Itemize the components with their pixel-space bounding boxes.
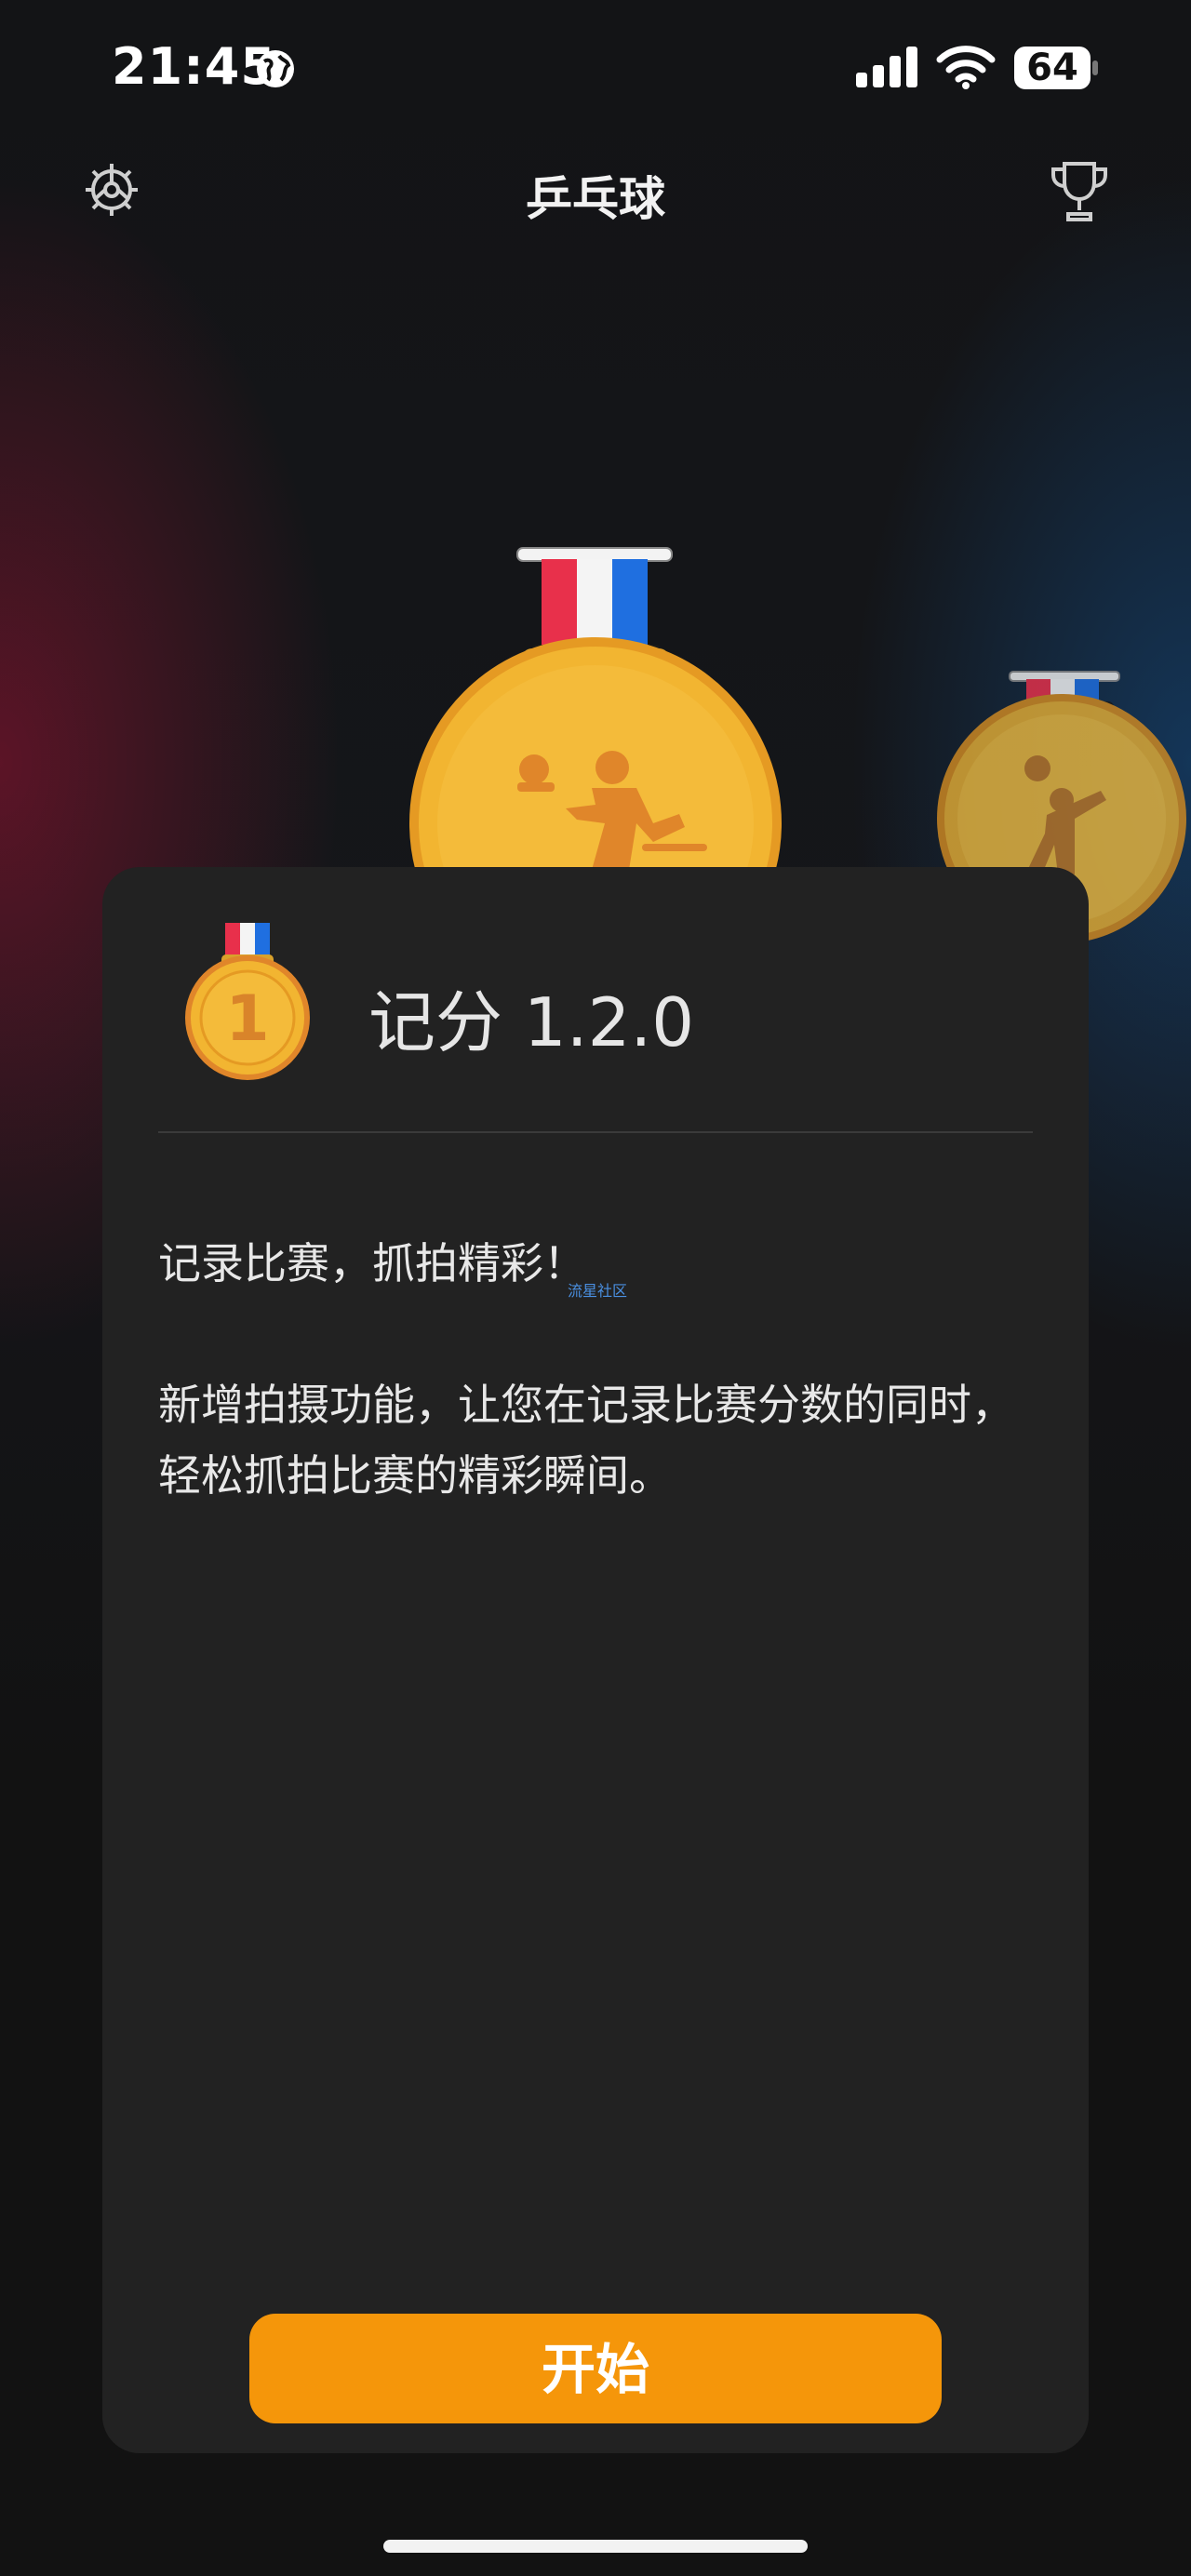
cellular-signal-icon bbox=[856, 47, 917, 87]
release-notes-card: 1 记分 1.2.0 记录比赛，抓拍精彩！ 流星社区 新增拍摄功能，让您在记录比… bbox=[102, 867, 1089, 2453]
page-title: 乒乓球 bbox=[526, 172, 665, 226]
start-button[interactable]: 开始 bbox=[249, 2314, 942, 2423]
first-place-medal-icon: 1 bbox=[185, 923, 310, 1080]
watermark-text: 流星社区 bbox=[568, 1282, 628, 1300]
divider bbox=[158, 1131, 1033, 1133]
card-description: 新增拍摄功能，让您在记录比赛分数的同时，轻松抓拍比赛的精彩瞬间。 bbox=[158, 1380, 1014, 1501]
status-time: 21:45 bbox=[112, 37, 276, 96]
home-indicator[interactable] bbox=[383, 2540, 808, 2553]
table-tennis-medal-illustration bbox=[409, 547, 782, 870]
wifi-icon bbox=[936, 46, 996, 89]
globe-icon bbox=[257, 50, 294, 87]
card-subtitle: 记录比赛，抓拍精彩！ bbox=[158, 1238, 586, 1288]
medal-rank-number: 1 bbox=[225, 982, 269, 1056]
card-title: 记分 1.2.0 bbox=[368, 983, 695, 1061]
trophy-icon[interactable] bbox=[1050, 160, 1109, 223]
battery-level: 64 bbox=[1026, 47, 1078, 89]
